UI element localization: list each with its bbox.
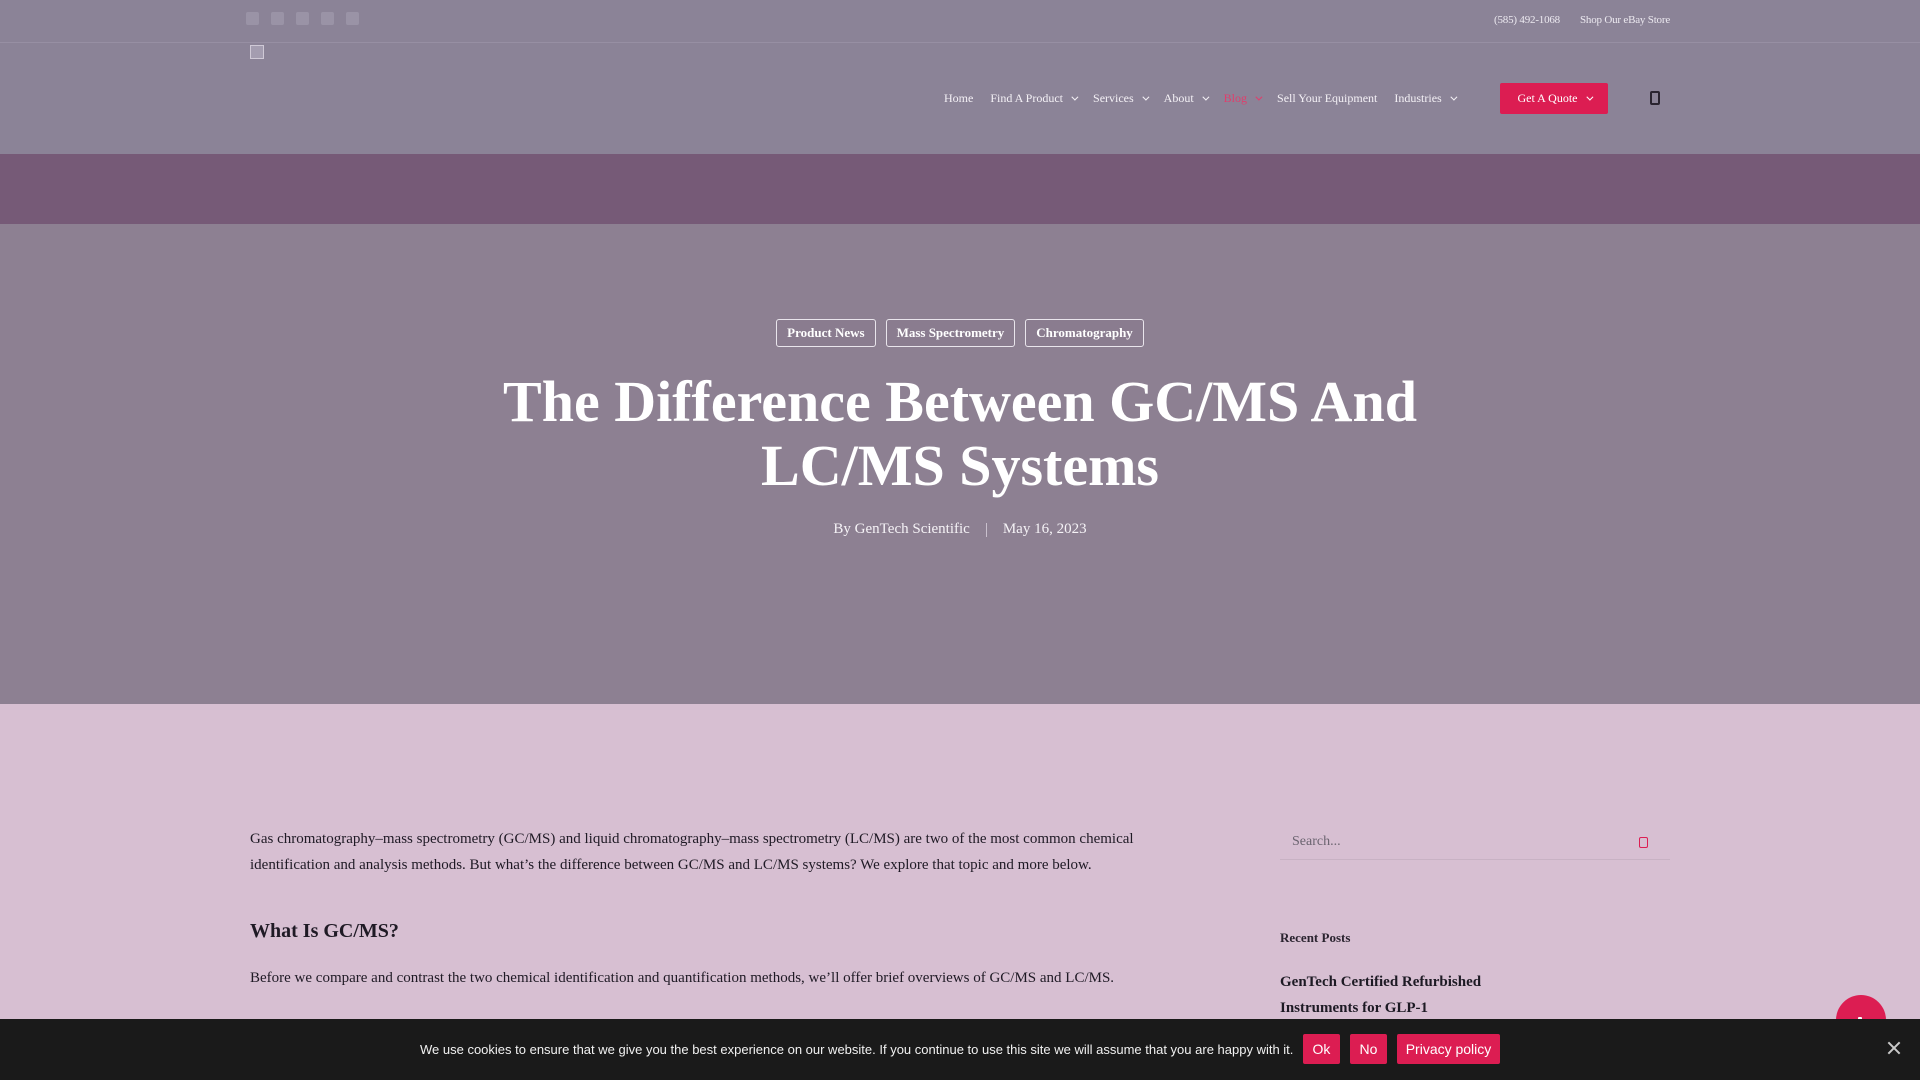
phone-link[interactable]: (585) 492-1068 xyxy=(1494,14,1560,26)
get-a-quote-label: Get A Quote xyxy=(1517,91,1578,105)
meta-divider xyxy=(985,523,987,537)
nav-label: Blog xyxy=(1223,90,1248,105)
nav-item-industries[interactable]: Industries xyxy=(1394,90,1458,106)
post-date: May 16, 2023 xyxy=(1002,521,1087,537)
post-title: The Difference Between GC/MS And LC/MS S… xyxy=(503,369,1417,498)
chevron-down-icon xyxy=(1255,93,1263,101)
cookie-no-button[interactable]: No xyxy=(1350,1034,1387,1064)
nav-label: Find A Product xyxy=(990,90,1064,105)
cookie-message: We use cookies to ensure that we give yo… xyxy=(420,1042,1294,1057)
twitter-icon[interactable] xyxy=(271,12,284,25)
chevron-down-icon xyxy=(1585,93,1593,101)
tag-product-news[interactable]: Product News xyxy=(776,319,876,347)
cookie-bar: We use cookies to ensure that we give yo… xyxy=(0,1019,1920,1080)
search-icon[interactable] xyxy=(1639,837,1648,848)
article-paragraph: Before we compare and contrast the two c… xyxy=(250,970,1115,986)
ebay-store-link[interactable]: Shop Our eBay Store xyxy=(1580,14,1670,26)
cookie-ok-button[interactable]: Ok xyxy=(1303,1034,1340,1064)
chevron-down-icon xyxy=(1071,93,1079,101)
instagram-icon[interactable] xyxy=(346,12,359,25)
post-meta: By GenTech Scientific May 16, 2023 xyxy=(0,521,1920,538)
nav-label: Home xyxy=(944,90,974,105)
tag-chromatography[interactable]: Chromatography xyxy=(1025,319,1144,347)
search-input[interactable] xyxy=(1280,826,1620,858)
nav-label: Sell Your Equipment xyxy=(1277,90,1378,105)
section-heading: What Is GC/MS? xyxy=(250,920,399,942)
nav-item-find-a-product[interactable]: Find A Product xyxy=(990,90,1079,106)
search-icon[interactable] xyxy=(1650,91,1660,105)
close-icon[interactable] xyxy=(1886,1040,1902,1056)
youtube-icon[interactable] xyxy=(321,12,334,25)
facebook-icon[interactable] xyxy=(246,12,259,25)
nav-item-sell-your-equipment[interactable]: Sell Your Equipment xyxy=(1277,91,1377,106)
nav-item-about[interactable]: About xyxy=(1163,90,1210,106)
chevron-down-icon xyxy=(1450,93,1458,101)
nav-label: Services xyxy=(1093,90,1134,105)
recent-posts-heading: Recent Posts xyxy=(1280,930,1351,945)
chevron-down-icon xyxy=(1202,93,1210,101)
nav-label: Industries xyxy=(1394,90,1442,105)
post-author[interactable]: By GenTech Scientific xyxy=(833,521,969,538)
nav-item-home[interactable]: Home xyxy=(944,91,973,106)
post-hero: Product News Mass Spectrometry Chromatog… xyxy=(0,224,1920,704)
article-intro: Gas chromatography–mass spectrometry (GC… xyxy=(250,831,1134,873)
nav-item-services[interactable]: Services xyxy=(1093,90,1150,106)
chevron-down-icon xyxy=(1142,93,1150,101)
linkedin-icon[interactable] xyxy=(296,12,309,25)
post-tags: Product News Mass Spectrometry Chromatog… xyxy=(0,319,1920,347)
main-nav: Home Find A Product Services About Blog … xyxy=(944,83,1472,113)
top-links: (585) 492-1068 Shop Our eBay Store xyxy=(1494,14,1670,26)
get-a-quote-button[interactable]: Get A Quote xyxy=(1500,83,1608,114)
social-icons xyxy=(246,12,359,25)
sidebar-search xyxy=(1280,826,1670,860)
recent-post-link[interactable]: GenTech Certified Refurbished Instrument… xyxy=(1280,969,1520,1021)
site-header: Home Find A Product Services About Blog … xyxy=(0,42,1920,154)
nav-item-blog[interactable]: Blog xyxy=(1223,90,1263,106)
site-logo[interactable] xyxy=(250,45,264,59)
top-bar: (585) 492-1068 Shop Our eBay Store xyxy=(0,0,1920,42)
header-band xyxy=(0,154,1920,224)
privacy-policy-button[interactable]: Privacy policy xyxy=(1397,1034,1500,1064)
tag-mass-spectrometry[interactable]: Mass Spectrometry xyxy=(885,319,1016,347)
nav-label: About xyxy=(1163,90,1194,105)
